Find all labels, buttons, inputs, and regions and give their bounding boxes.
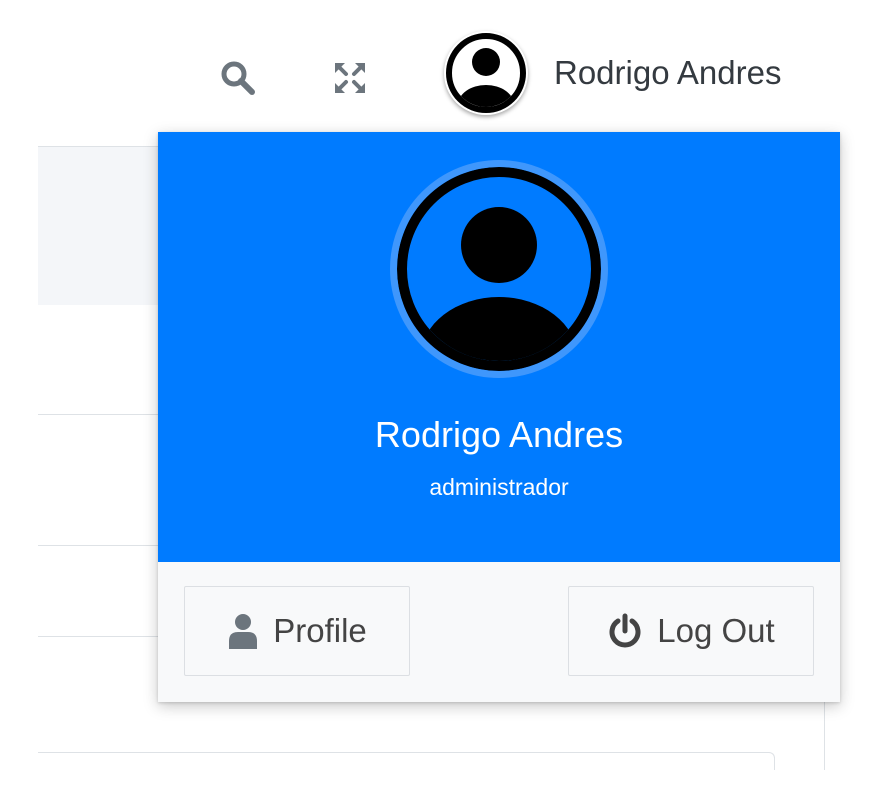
user-header: Rodrigo Andres administrador	[158, 132, 840, 562]
expand-icon	[335, 63, 365, 93]
search-icon	[221, 61, 255, 95]
user-icon	[227, 613, 259, 649]
user-avatar-large	[390, 160, 608, 378]
user-avatar-icon	[446, 33, 526, 113]
profile-button[interactable]: Profile	[184, 586, 410, 676]
search-button[interactable]	[218, 58, 258, 98]
top-navbar: Rodrigo Andres	[0, 0, 892, 145]
avatar	[444, 31, 528, 115]
user-full-name: Rodrigo Andres	[374, 414, 624, 455]
profile-button-label: Profile	[273, 612, 367, 649]
logout-button-label: Log Out	[657, 612, 775, 649]
user-avatar-icon	[397, 167, 601, 371]
page-footer-space	[0, 770, 892, 800]
navbar-user-name: Rodrigo Andres	[554, 54, 782, 91]
logout-button[interactable]: Log Out	[568, 586, 814, 676]
fullscreen-button[interactable]	[330, 58, 370, 98]
user-role: administrador	[429, 474, 569, 500]
user-menu-toggle[interactable]: Rodrigo Andres	[444, 28, 781, 118]
user-dropdown-menu: Rodrigo Andres administrador Profile Log…	[158, 132, 840, 702]
power-icon	[607, 613, 643, 649]
